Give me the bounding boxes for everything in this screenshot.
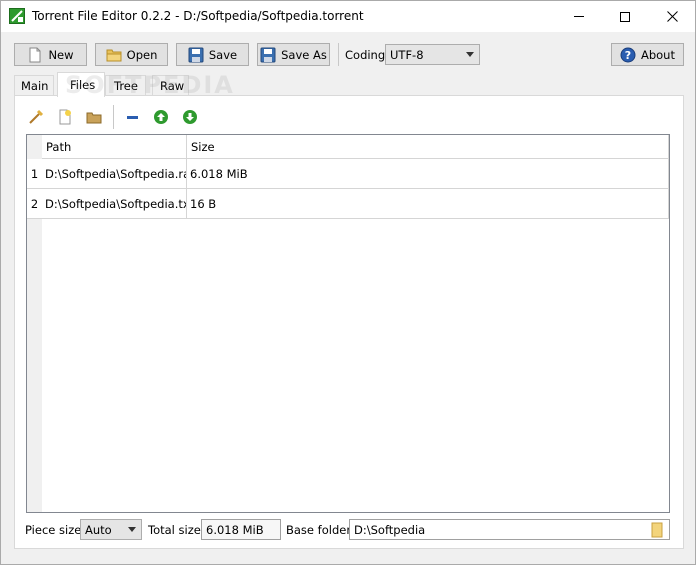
floppy-disk-icon bbox=[188, 47, 204, 62]
tab-label: Files bbox=[70, 78, 96, 92]
folder-icon bbox=[651, 522, 663, 538]
browse-folder-button[interactable] bbox=[649, 522, 665, 538]
move-down-button[interactable] bbox=[179, 106, 201, 128]
piece-size-label: Piece size bbox=[25, 523, 82, 537]
minimize-button[interactable] bbox=[556, 1, 602, 32]
table-cell-size[interactable]: 6.018 MiB bbox=[187, 159, 669, 189]
save-label: Save bbox=[208, 47, 238, 62]
app-window: Torrent File Editor 0.2.2 - D:/Softpedia… bbox=[0, 0, 696, 565]
app-icon bbox=[9, 8, 25, 24]
base-folder-label: Base folder bbox=[286, 523, 352, 537]
edit-icon bbox=[29, 109, 44, 124]
base-folder-input[interactable]: D:\Softpedia bbox=[349, 519, 670, 540]
column-header-path[interactable]: Path bbox=[42, 135, 187, 159]
header-label: Size bbox=[191, 139, 215, 154]
new-file-icon bbox=[29, 47, 41, 62]
window-title: Torrent File Editor 0.2.2 - D:/Softpedia… bbox=[32, 9, 364, 23]
toolbar-divider bbox=[338, 43, 339, 66]
tab-tree[interactable]: Tree bbox=[105, 75, 146, 96]
total-size-field: 6.018 MiB bbox=[201, 519, 281, 540]
open-button[interactable]: Open bbox=[95, 43, 168, 66]
add-file-button[interactable] bbox=[54, 106, 76, 128]
total-size-value: 6.018 MiB bbox=[206, 522, 264, 537]
chevron-down-icon bbox=[128, 527, 136, 532]
files-table[interactable]: Path Size 1 D:\Softpedia\Softpedia.rar 6… bbox=[26, 134, 670, 513]
minimize-icon bbox=[574, 16, 584, 17]
maximize-button[interactable] bbox=[602, 1, 648, 32]
open-label: Open bbox=[126, 47, 158, 62]
row-number[interactable]: 1 bbox=[27, 159, 42, 189]
add-file-icon bbox=[59, 109, 71, 125]
about-button[interactable]: ? About bbox=[611, 43, 684, 66]
cell-text: 6.018 MiB bbox=[190, 166, 248, 181]
remove-button[interactable] bbox=[121, 106, 143, 128]
tab-label: Main bbox=[21, 79, 49, 93]
tab-raw[interactable]: Raw bbox=[152, 75, 189, 96]
chevron-down-icon bbox=[466, 52, 474, 57]
toolbar-divider bbox=[113, 105, 114, 129]
cell-text: D:\Softpedia\Softpedia.rar bbox=[45, 166, 187, 181]
table-cell-path[interactable]: D:\Softpedia\Softpedia.rar bbox=[42, 159, 187, 189]
row-number-label: 2 bbox=[30, 196, 39, 211]
table-cell-path[interactable]: D:\Softpedia\Softpedia.txt bbox=[42, 189, 187, 219]
add-folder-icon bbox=[86, 112, 102, 124]
piece-size-value: Auto bbox=[85, 522, 112, 537]
save-button[interactable]: Save bbox=[176, 43, 249, 66]
remove-icon bbox=[127, 116, 138, 119]
coding-value: UTF-8 bbox=[390, 47, 424, 62]
row-number-label: 1 bbox=[30, 166, 39, 181]
coding-select[interactable]: UTF-8 bbox=[385, 44, 480, 65]
open-folder-icon bbox=[106, 49, 122, 61]
svg-text:?: ? bbox=[625, 49, 631, 62]
save-as-button[interactable]: Save As bbox=[257, 43, 330, 66]
edit-button[interactable] bbox=[25, 106, 47, 128]
tab-label: Tree bbox=[114, 79, 138, 93]
cell-text: D:\Softpedia\Softpedia.txt bbox=[45, 196, 187, 211]
close-window-button[interactable] bbox=[649, 1, 695, 32]
move-up-icon bbox=[154, 110, 168, 124]
cell-text: 16 B bbox=[190, 196, 217, 211]
add-folder-button[interactable] bbox=[83, 106, 105, 128]
maximize-icon bbox=[620, 11, 630, 22]
tab-label: Raw bbox=[160, 79, 185, 93]
total-size-label: Total size bbox=[148, 523, 201, 537]
new-button[interactable]: New bbox=[14, 43, 87, 66]
tab-main[interactable]: Main bbox=[14, 75, 54, 96]
floppy-disk-icon bbox=[260, 47, 276, 62]
new-label: New bbox=[48, 47, 74, 62]
table-cell-size[interactable]: 16 B bbox=[187, 189, 669, 219]
coding-label: Coding bbox=[345, 48, 386, 62]
column-header-size[interactable]: Size bbox=[187, 135, 669, 159]
title-bar: Torrent File Editor 0.2.2 - D:/Softpedia… bbox=[1, 1, 695, 32]
header-label: Path bbox=[46, 139, 72, 154]
row-number[interactable]: 2 bbox=[27, 189, 42, 219]
piece-size-select[interactable]: Auto bbox=[80, 519, 142, 540]
move-down-icon bbox=[183, 110, 197, 124]
tab-files[interactable]: Files bbox=[57, 72, 105, 97]
help-icon: ? bbox=[620, 47, 636, 62]
about-label: About bbox=[640, 47, 675, 62]
base-folder-value: D:\Softpedia bbox=[354, 522, 426, 537]
move-up-button[interactable] bbox=[150, 106, 172, 128]
close-icon bbox=[666, 11, 678, 22]
save-as-label: Save As bbox=[281, 47, 327, 62]
